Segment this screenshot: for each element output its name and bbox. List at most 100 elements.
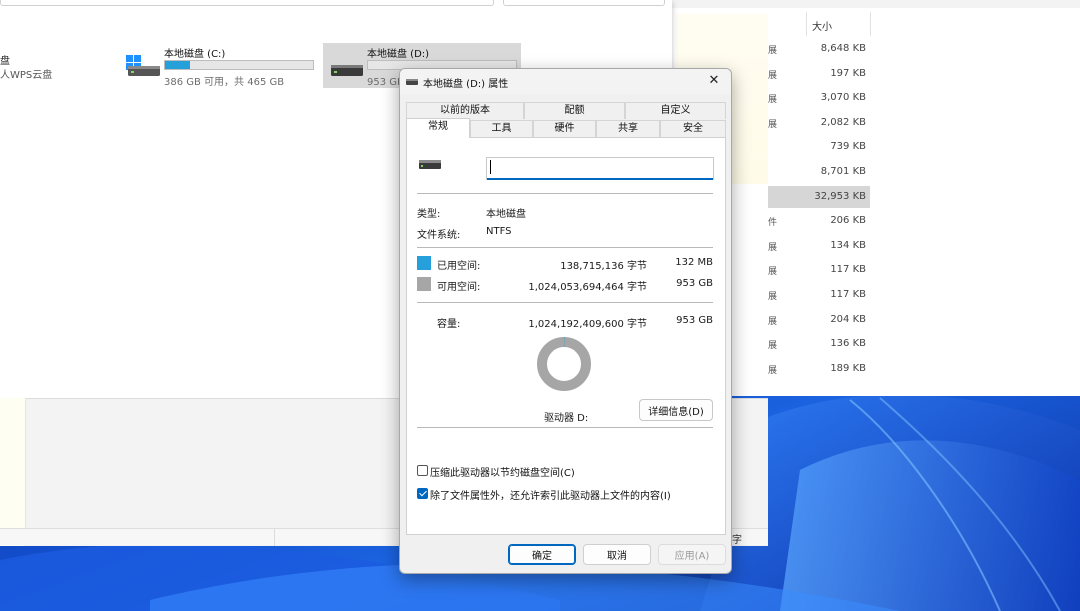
file-size-value: 136 KB — [830, 338, 866, 350]
volume-name-input[interactable] — [486, 157, 714, 180]
filesystem-label: 文件系统: — [417, 230, 461, 241]
column-separator[interactable] — [806, 12, 807, 36]
free-space-swatch — [417, 277, 431, 291]
hard-drive-icon — [418, 158, 442, 173]
file-row[interactable]: 展 2,082 KB — [768, 112, 870, 134]
file-row[interactable]: 展 134 KB — [768, 235, 870, 257]
file-size-value: 8,648 KB — [820, 43, 866, 54]
file-type-fragment: 展 — [768, 70, 778, 81]
free-space-bytes: 1,024,053,694,464 字节 — [528, 282, 647, 293]
file-type-fragment: 展 — [768, 119, 778, 130]
compress-checkbox[interactable] — [417, 465, 428, 476]
file-row[interactable]: 8,701 KB — [768, 161, 870, 183]
ok-button[interactable]: 确定 — [508, 544, 576, 565]
file-size-value: 189 KB — [830, 362, 866, 374]
file-type-fragment: 展 — [768, 95, 778, 106]
address-bar[interactable] — [0, 0, 494, 6]
index-checkbox[interactable] — [417, 488, 428, 499]
status-text-fragment: 字 — [732, 535, 742, 546]
divider — [417, 193, 713, 194]
text-caret — [490, 160, 491, 174]
file-row[interactable]: 展 204 KB — [768, 309, 870, 331]
file-row[interactable]: 展 117 KB — [768, 284, 870, 306]
file-row[interactable]: 展 8,648 KB — [768, 38, 870, 60]
tab-sharing[interactable]: 共享 — [596, 120, 660, 137]
general-tab-panel: 类型: 本地磁盘 文件系统: NTFS 已用空间: 138,715,136 字节… — [406, 137, 726, 535]
search-box[interactable] — [503, 0, 665, 6]
windows-drive-icon — [126, 55, 162, 80]
nav-item-sublabel: 人WPS云盘 — [0, 70, 53, 81]
disk-usage-donut — [537, 337, 591, 391]
compress-label[interactable]: 压缩此驱动器以节约磁盘空间(C) — [430, 464, 575, 479]
index-label[interactable]: 除了文件属性外，还允许索引此驱动器上文件的内容(I) — [430, 487, 671, 502]
file-row[interactable]: 展 117 KB — [768, 259, 870, 281]
drive-usage-bar — [164, 60, 314, 70]
divider — [417, 247, 713, 248]
file-row[interactable]: 展 136 KB — [768, 333, 870, 355]
hard-drive-icon — [406, 78, 418, 89]
drive-letter-label: 驱动器 D: — [544, 413, 589, 424]
drive-name: 本地磁盘 (C:) — [164, 49, 226, 60]
explorer-right-toolbar — [668, 0, 1080, 8]
drive-tile-c[interactable]: 本地磁盘 (C:) 386 GB 可用，共 465 GB — [120, 43, 320, 88]
file-row[interactable]: 展 189 KB — [768, 358, 870, 380]
hard-drive-icon — [329, 55, 365, 80]
size-column-header[interactable]: 大小 — [812, 18, 832, 33]
donut-free-segment — [537, 337, 591, 391]
file-row[interactable]: 32,953 KB — [768, 185, 870, 208]
type-value: 本地磁盘 — [486, 209, 526, 220]
used-space-label: 已用空间: — [437, 261, 481, 272]
tab-tools[interactable]: 工具 — [470, 120, 533, 137]
dialog-titlebar[interactable]: 本地磁盘 (D:) 属性 ✕ — [400, 69, 731, 94]
file-type-fragment: 展 — [768, 341, 778, 352]
column-separator[interactable] — [870, 12, 871, 36]
file-type-fragment: 展 — [768, 46, 778, 56]
dialog-title: 本地磁盘 (D:) 属性 — [423, 79, 509, 90]
drive-free-text: 386 GB 可用，共 465 GB — [164, 77, 285, 88]
file-size-value: 117 KB — [830, 289, 866, 300]
tab-security[interactable]: 安全 — [660, 120, 726, 137]
file-size-value: 8,701 KB — [820, 166, 866, 177]
drive-usage-fill — [165, 61, 191, 69]
file-row[interactable]: 展 3,070 KB — [768, 87, 870, 109]
used-space-bytes: 138,715,136 字节 — [560, 261, 647, 272]
filesystem-value: NTFS — [486, 226, 512, 237]
file-size-value: 117 KB — [830, 264, 866, 276]
tab-hardware[interactable]: 硬件 — [533, 120, 596, 137]
apply-button[interactable]: 应用(A) — [658, 544, 726, 565]
free-space-label: 可用空间: — [437, 282, 481, 293]
file-size-value: 739 KB — [830, 141, 866, 153]
file-size-value: 197 KB — [830, 67, 866, 79]
close-button[interactable]: ✕ — [703, 72, 725, 90]
used-space-swatch — [417, 256, 431, 270]
used-space-human: 132 MB — [675, 257, 713, 268]
file-size-value: 2,082 KB — [820, 116, 866, 128]
file-type-fragment: 展 — [768, 267, 778, 278]
tab-general[interactable]: 常规 — [406, 118, 470, 138]
tab-customize[interactable]: 自定义 — [625, 102, 726, 119]
divider — [417, 302, 713, 303]
divider — [417, 427, 713, 428]
free-space-human: 953 GB — [676, 278, 713, 289]
details-button[interactable]: 详细信息(D) — [639, 399, 713, 421]
file-size-value: 204 KB — [830, 313, 866, 325]
tab-previous-versions[interactable]: 以前的版本 — [406, 102, 524, 119]
file-size-value: 134 KB — [830, 239, 866, 251]
file-type-fragment: 展 — [768, 292, 778, 302]
type-label: 类型: — [417, 209, 441, 220]
nav-item-label[interactable]: 盘 — [0, 52, 10, 67]
file-type-fragment: 展 — [768, 242, 778, 253]
file-row[interactable]: 展 197 KB — [768, 63, 870, 85]
file-type-fragment: 件 — [768, 218, 778, 229]
file-row[interactable]: 件 206 KB — [768, 210, 870, 232]
drive-properties-dialog: 本地磁盘 (D:) 属性 ✕ 以前的版本 配额 自定义 常规 工具 硬件 共享 … — [399, 68, 732, 574]
file-type-fragment: 展 — [768, 365, 778, 376]
tab-quota[interactable]: 配额 — [524, 102, 625, 119]
capacity-human: 953 GB — [676, 315, 713, 326]
file-row[interactable]: 739 KB — [768, 136, 870, 158]
drive-name: 本地磁盘 (D:) — [367, 49, 430, 60]
capacity-label: 容量: — [437, 319, 461, 330]
file-size-value: 206 KB — [830, 215, 866, 227]
cancel-button[interactable]: 取消 — [583, 544, 651, 565]
file-size-value: 32,953 KB — [814, 190, 866, 202]
